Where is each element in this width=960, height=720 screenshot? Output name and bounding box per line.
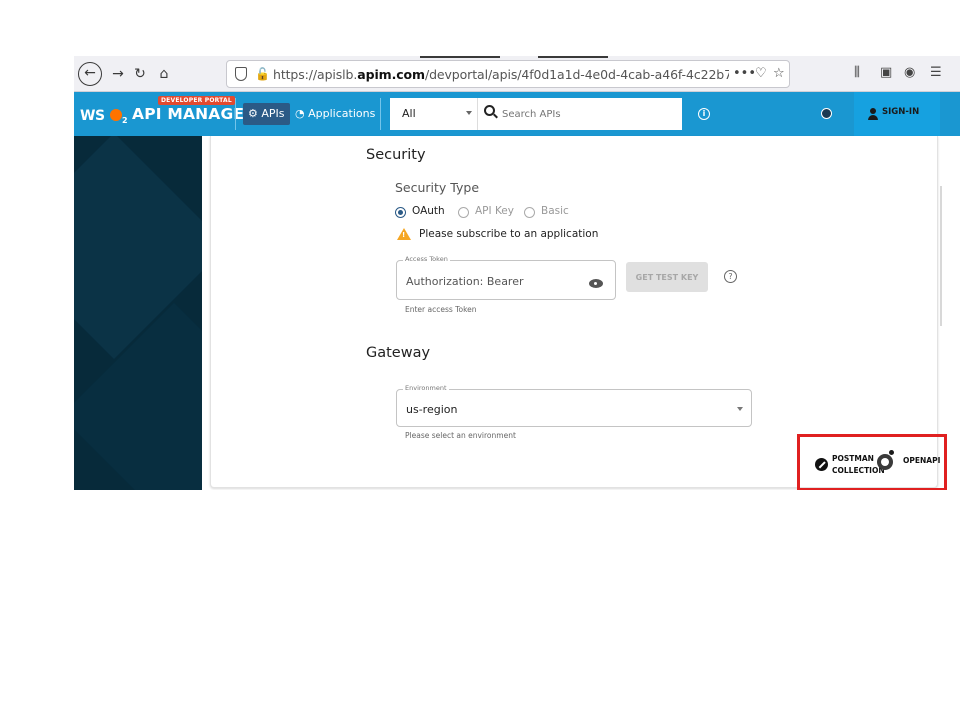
library-icon[interactable]: ⫼ [854,65,860,80]
person-icon [870,108,876,114]
wso2-logo-text: WS [80,108,105,124]
nav-apis-button[interactable]: ⚙ APIs [243,103,290,125]
access-token-field[interactable]: Access Token Authorization: Bearer [396,255,616,300]
get-test-key-button[interactable]: GET TEST KEY [626,262,708,292]
header-divider [235,98,236,130]
wso2-logo-subscript: 2 [122,116,128,125]
tracking-shield-icon[interactable] [235,67,247,81]
help-icon[interactable]: ? [724,270,737,283]
person-icon-body [868,115,878,120]
search-scope-value: All [402,107,416,120]
url-path: /devportal/apis/4f0d1a1d-4e0d-4cab-a46f-… [424,67,729,82]
home-icon[interactable]: ⌂ [154,64,174,84]
nav-applications-label: Applications [308,107,376,120]
sign-in-label: SIGN-IN [882,107,920,117]
access-token-legend: Access Token [403,255,450,263]
url-bar[interactable]: 🔓 https://apislb.apim.com/devportal/apis… [226,60,790,88]
lock-warning-icon[interactable]: 🔓 [255,67,270,81]
screenshot-frame: ← → ↻ ⌂ 🔓 https://apislb.apim.com/devpor… [74,56,960,490]
eye-icon[interactable] [589,279,603,288]
subscribe-warning: Please subscribe to an application [419,228,599,240]
environment-select[interactable]: Environment us-region [396,384,752,427]
menu-icon[interactable]: ☰ [930,65,942,80]
gear-icon: ⚙ [248,107,258,120]
applications-icon: ◔ [295,107,305,120]
back-arrow-icon[interactable]: ← [78,62,102,86]
radio-api-key[interactable] [458,207,469,218]
scrollbar[interactable] [940,186,942,326]
developer-portal-badge: DEVELOPER PORTAL [158,96,235,105]
security-heading: Security [366,147,426,163]
nav-apis-label: APIs [261,107,285,120]
warning-icon-mark: ! [402,231,406,239]
language-globe-icon[interactable] [821,108,832,119]
left-sidebar-panel [74,136,202,490]
radio-basic-label[interactable]: Basic [541,205,569,217]
account-icon[interactable]: ◉ [904,65,915,80]
forward-arrow-icon[interactable]: → [108,64,128,84]
radio-oauth-label[interactable]: OAuth [412,205,445,217]
radio-oauth[interactable] [395,207,406,218]
url-prefix: https://apislb. [273,67,358,82]
environment-legend: Environment [403,384,449,392]
tab-indicator [538,56,608,58]
pocket-icon[interactable]: ♡ [755,66,767,81]
sign-in-button[interactable]: SIGN-IN [854,92,940,136]
access-token-value[interactable]: Authorization: Bearer [406,275,524,288]
wso2-logo-mark-icon [110,109,122,121]
radio-api-key-label[interactable]: API Key [475,205,514,217]
app-title[interactable]: API MANAGER [132,105,256,123]
sidebar-icon[interactable]: ▣ [880,65,892,80]
search-icon-handle [493,113,498,119]
chevron-down-icon [466,111,472,115]
app-header: WS 2 DEVELOPER PORTAL API MANAGER ⚙ APIs… [74,92,960,136]
search-box[interactable] [478,98,682,130]
search-scope-select[interactable]: All [390,98,478,130]
radio-basic[interactable] [524,207,535,218]
page-actions-icon[interactable]: ••• [733,66,756,81]
access-token-helper: Enter access Token [405,305,477,314]
url-text[interactable]: https://apislb.apim.com/devportal/apis/4… [273,67,729,82]
highlight-box [797,434,947,490]
nav-applications-button[interactable]: ◔ Applications [295,103,375,125]
info-icon[interactable]: i [698,108,710,120]
chevron-down-icon [737,407,743,411]
reload-icon[interactable]: ↻ [130,64,150,84]
url-domain: apim.com [357,67,425,82]
environment-value: us-region [406,403,458,416]
environment-helper: Please select an environment [405,431,516,440]
tab-indicator [420,56,500,58]
header-divider [380,98,381,130]
security-type-label: Security Type [395,180,480,195]
search-input[interactable] [502,106,672,122]
bookmark-star-icon[interactable]: ☆ [773,66,785,81]
browser-toolbar: ← → ↻ ⌂ 🔓 https://apislb.apim.com/devpor… [74,56,960,92]
gateway-heading: Gateway [366,345,431,361]
wso2-logo[interactable]: WS [80,108,105,124]
